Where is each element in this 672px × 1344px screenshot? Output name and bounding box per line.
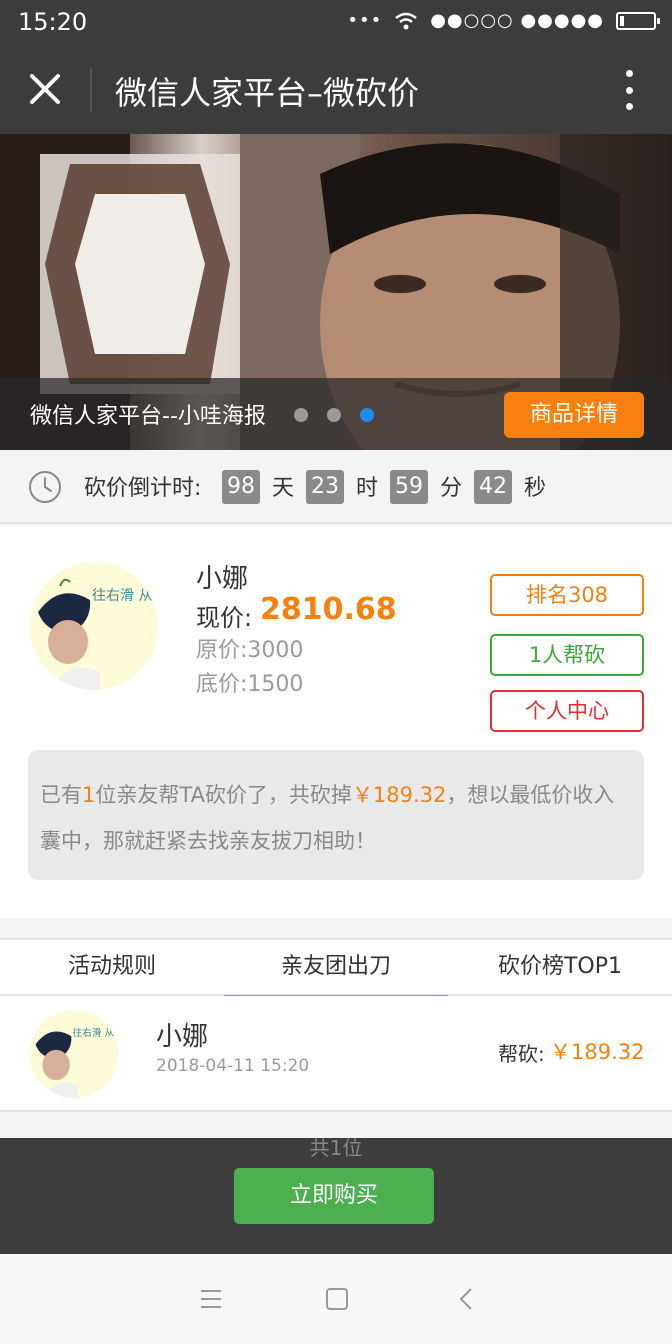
tab-top-ranking[interactable]: 砍价榜TOP1 <box>448 940 672 996</box>
countdown-minutes: 59 <box>390 470 428 504</box>
more-dots-icon: ••• <box>347 10 383 31</box>
helper-date: 2018-04-11 15:20 <box>156 1056 310 1076</box>
signal-indicator: ●●○○○ ●●●●● <box>430 10 604 31</box>
banner-caption-bar: 微信人家平台--小哇海报 商品详情 <box>0 378 672 450</box>
current-price: 2810.68 <box>260 592 397 627</box>
avatar-text: 往右滑 从解锁 <box>92 587 158 604</box>
wifi-icon <box>395 12 417 29</box>
carousel-dot[interactable] <box>327 408 341 422</box>
battery-icon <box>616 11 660 30</box>
hours-unit: 时 <box>356 476 379 501</box>
tab-rules[interactable]: 活动规则 <box>0 940 224 996</box>
countdown-bar: 砍价倒计时: 98 天 23 时 59 分 42 秒 <box>0 450 672 524</box>
countdown-hours: 23 <box>306 470 344 504</box>
status-icons: ••• ●●○○○ ●●●●● <box>347 10 660 31</box>
message-amount: ￥189.32 <box>351 783 447 807</box>
more-menu-icon[interactable] <box>622 70 636 110</box>
tab-helpers[interactable]: 亲友团出刀 <box>224 940 448 998</box>
avatar: 往右滑 从解锁 <box>30 562 158 690</box>
list-item: 往右滑 从解锁 小娜 2018-04-11 15:20 帮砍: ￥189.32 <box>0 996 672 1112</box>
personal-center-button[interactable]: 个人中心 <box>490 690 644 732</box>
menu-icon[interactable] <box>198 1286 224 1312</box>
system-nav-bar <box>0 1254 672 1344</box>
countdown-days: 98 <box>222 470 260 504</box>
back-icon[interactable] <box>454 1286 480 1312</box>
avatar-image: 往右滑 从解锁 <box>30 562 158 690</box>
banner-carousel[interactable]: 微信人家平台--小哇海报 商品详情 <box>0 134 672 450</box>
helper-amount-label: 帮砍: <box>498 1042 545 1066</box>
helper-amount: ￥189.32 <box>550 1040 645 1064</box>
avatar-text: 往右滑 从解锁 <box>73 1027 118 1039</box>
status-bar: 15:20 ••• ●●○○○ ●●●●● <box>0 0 672 48</box>
tab-bar: 活动规则 亲友团出刀 砍价榜TOP1 <box>0 938 672 998</box>
current-price-label: 现价: <box>196 604 253 632</box>
avatar: 往右滑 从解锁 <box>30 1010 118 1098</box>
buy-now-button[interactable]: 立即购买 <box>234 1168 434 1224</box>
carousel-dot[interactable] <box>294 408 308 422</box>
status-time: 15:20 <box>18 8 88 36</box>
original-price: 原价:3000 <box>196 638 304 663</box>
bargain-message: 已有1位亲友帮TA砍价了，共砍掉￥189.32，想以最低价收入囊中，那就赶紧去找… <box>28 750 644 880</box>
minutes-unit: 分 <box>440 476 463 501</box>
countdown-seconds: 42 <box>474 470 512 504</box>
rank-button[interactable]: 排名308 <box>490 574 644 616</box>
product-detail-button[interactable]: 商品详情 <box>504 392 644 438</box>
message-count: 1 <box>82 783 96 807</box>
helpers-total: 共1位 <box>309 1136 363 1160</box>
helpers-count-button[interactable]: 1人帮砍 <box>490 634 644 676</box>
countdown-label: 砍价倒计时: <box>84 476 202 501</box>
home-icon[interactable] <box>324 1286 350 1312</box>
message-middle: 位亲友帮TA砍价了，共砍掉 <box>95 783 352 807</box>
message-prefix: 已有 <box>40 783 82 807</box>
bargain-card: 往右滑 从解锁 小娜 现价: 2810.68 原价:3000 底价:1500 排… <box>0 526 672 918</box>
seconds-unit: 秒 <box>524 476 547 501</box>
days-unit: 天 <box>272 476 295 501</box>
carousel-dots <box>294 408 374 422</box>
helper-name: 小娜 <box>156 1022 209 1052</box>
floor-price: 底价:1500 <box>196 672 304 697</box>
title-divider <box>90 68 92 112</box>
carousel-dot-active[interactable] <box>360 408 374 422</box>
banner-caption: 微信人家平台--小哇海报 <box>30 404 266 429</box>
close-icon[interactable] <box>26 70 64 108</box>
title-bar: 微信人家平台–微砍价 <box>0 48 672 134</box>
user-name: 小娜 <box>196 564 249 594</box>
clock-icon <box>29 471 61 503</box>
avatar-image: 往右滑 从解锁 <box>30 1010 118 1098</box>
page-title: 微信人家平台–微砍价 <box>115 74 420 112</box>
